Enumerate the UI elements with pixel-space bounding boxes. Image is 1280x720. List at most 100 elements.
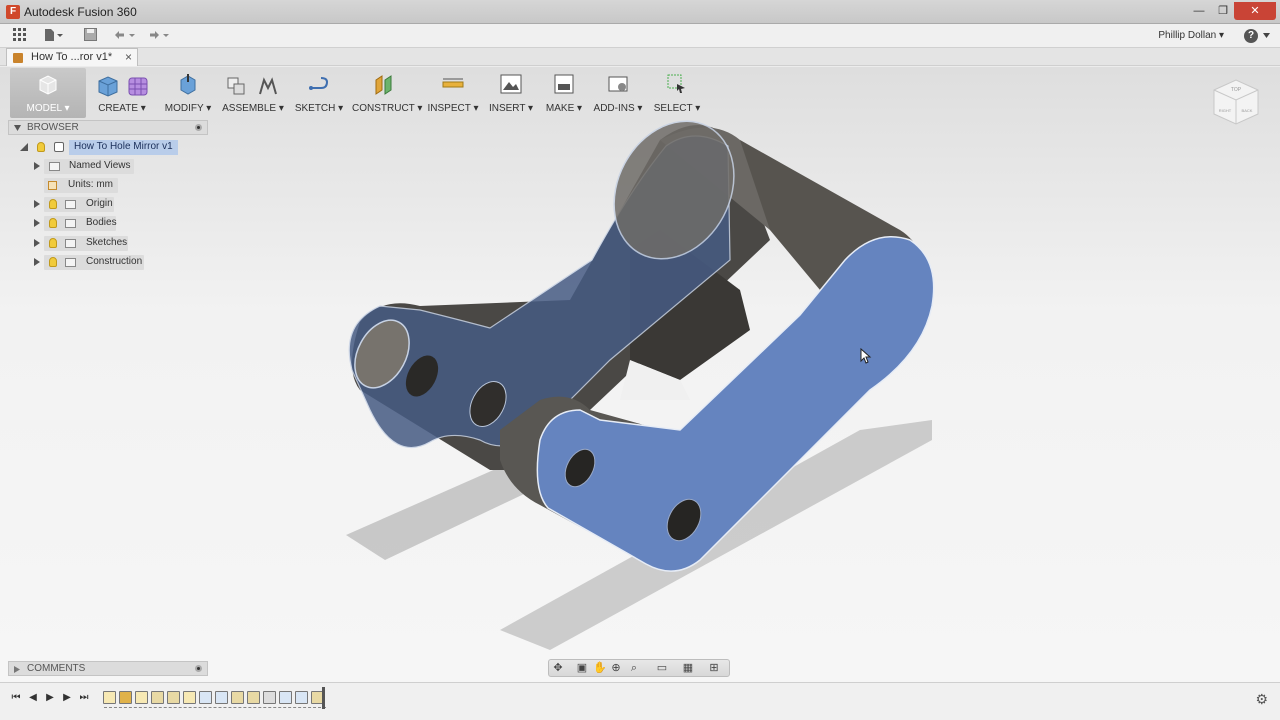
- create-label: CREATE ▾: [98, 103, 146, 114]
- maximize-button[interactable]: ❐: [1210, 2, 1236, 20]
- offset-plane-icon: [375, 75, 392, 95]
- tree-item-label: Construction: [86, 256, 143, 267]
- viewports-icon[interactable]: ⊞: [707, 662, 721, 674]
- timeline-feature-hole[interactable]: [215, 691, 228, 704]
- help-dropdown-icon[interactable]: [1263, 33, 1270, 38]
- timeline-feature-thread[interactable]: [263, 691, 276, 704]
- save-icon[interactable]: [82, 28, 98, 44]
- pin-icon[interactable]: [195, 124, 202, 131]
- undo-icon[interactable]: [112, 28, 138, 44]
- visibility-bulb-icon[interactable]: [49, 238, 57, 248]
- close-tab-button[interactable]: ×: [125, 50, 132, 64]
- look-at-icon[interactable]: ▣: [575, 662, 589, 674]
- quick-access-bar: Phillip Dollan ▾ ?: [0, 24, 1280, 48]
- create-menu[interactable]: CREATE ▾: [92, 68, 152, 118]
- data-panel-grid-icon[interactable]: [12, 28, 28, 44]
- modify-menu[interactable]: MODIFY ▾: [162, 68, 214, 118]
- minimize-button[interactable]: —: [1186, 2, 1212, 20]
- timeline-feature-fillet[interactable]: [231, 691, 244, 704]
- timeline-feature-fillet[interactable]: [247, 691, 260, 704]
- joint-icon: [259, 77, 277, 95]
- timeline-feature-hole[interactable]: [295, 691, 308, 704]
- timeline-feature-extrude[interactable]: [151, 691, 164, 704]
- visibility-bulb-icon[interactable]: [49, 257, 57, 267]
- visibility-bulb-icon[interactable]: [49, 199, 57, 209]
- expand-arrow-icon[interactable]: [34, 258, 40, 266]
- viewcube-top-label: TOP: [1231, 87, 1242, 93]
- tree-item-origin[interactable]: Origin: [32, 197, 142, 212]
- timeline-feature-sketch[interactable]: [103, 691, 116, 704]
- visibility-bulb-icon[interactable]: [37, 142, 45, 152]
- box-icon: [98, 76, 118, 97]
- window-title: Autodesk Fusion 360: [24, 5, 137, 19]
- folder-icon: [65, 239, 76, 248]
- tree-item-units[interactable]: Units: mm: [44, 178, 120, 193]
- redo-icon[interactable]: [146, 28, 172, 44]
- navigation-bar: ✥ ▣ ✋ ⊕ ⌕ ▭ ▦ ⊞: [548, 659, 730, 677]
- mouse-cursor-icon: [860, 348, 872, 364]
- modify-label: MODIFY ▾: [164, 103, 212, 114]
- timeline-marker[interactable]: [322, 687, 325, 709]
- orbit-icon[interactable]: ✥: [551, 662, 565, 674]
- timeline-feature-extrude[interactable]: [119, 691, 132, 704]
- expand-arrow-icon[interactable]: [34, 162, 40, 170]
- document-icon: [54, 142, 64, 152]
- timeline-feature-hole[interactable]: [199, 691, 212, 704]
- document-tab[interactable]: How To ...ror v1* ×: [6, 48, 138, 66]
- go-to-start-icon[interactable]: ⏮: [10, 692, 22, 704]
- timeline-feature-sketch[interactable]: [183, 691, 196, 704]
- browser-title: BROWSER: [27, 122, 79, 133]
- collapse-arrow-icon[interactable]: [14, 125, 21, 131]
- step-back-icon[interactable]: ◀: [27, 692, 39, 704]
- gear-icon[interactable]: ⚙: [1255, 691, 1268, 708]
- help-icon[interactable]: ?: [1244, 29, 1258, 43]
- fit-icon[interactable]: ⌕: [627, 662, 641, 674]
- tree-item-bodies[interactable]: Bodies: [32, 216, 142, 231]
- play-icon[interactable]: ▶: [44, 692, 56, 704]
- timeline-feature-sketch[interactable]: [135, 691, 148, 704]
- go-to-end-icon[interactable]: ⏭: [78, 692, 90, 704]
- insert-image-icon: [500, 74, 522, 94]
- file-menu-icon[interactable]: [44, 28, 63, 44]
- tree-item-named-views[interactable]: Named Views: [32, 159, 142, 174]
- tree-root-node[interactable]: How To Hole Mirror v1: [20, 140, 180, 155]
- assemble-label: ASSEMBLE ▾: [222, 103, 284, 114]
- display-settings-icon[interactable]: ▭: [655, 662, 669, 674]
- timeline-bar: ⏮ ◀ ▶ ▶ ⏭ ⚙: [0, 682, 1280, 720]
- pin-icon[interactable]: [195, 665, 202, 672]
- viewcube[interactable]: TOP RIGHT BACK: [1206, 74, 1266, 130]
- document-tab-label: How To ...ror v1*: [31, 51, 113, 63]
- comments-panel-header[interactable]: COMMENTS: [8, 661, 208, 676]
- pan-icon[interactable]: ✋: [593, 662, 607, 674]
- folder-icon: [65, 200, 76, 209]
- expand-arrow-icon[interactable]: [14, 666, 20, 673]
- timeline-feature-hole[interactable]: [279, 691, 292, 704]
- expand-arrow-icon[interactable]: [34, 219, 40, 227]
- select-icon: [667, 74, 685, 93]
- tree-item-label: Bodies: [86, 217, 117, 228]
- timeline-feature-cut[interactable]: [167, 691, 180, 704]
- workspace-switcher[interactable]: MODEL ▾: [10, 68, 86, 118]
- visibility-bulb-icon[interactable]: [49, 218, 57, 228]
- model-bracket-3d[interactable]: [300, 110, 960, 670]
- browser-panel-header[interactable]: BROWSER: [8, 120, 208, 135]
- tree-item-label: Units: mm: [68, 179, 113, 190]
- close-window-button[interactable]: ✕: [1234, 2, 1276, 20]
- user-account-menu[interactable]: Phillip Dollan ▾: [1158, 30, 1224, 41]
- tree-item-sketches[interactable]: Sketches: [32, 236, 142, 251]
- tree-item-label: Sketches: [86, 237, 128, 248]
- expand-arrow-icon[interactable]: [34, 239, 40, 247]
- expanded-arrow-icon[interactable]: [20, 143, 28, 151]
- folder-icon: [65, 219, 76, 228]
- expand-arrow-icon[interactable]: [34, 200, 40, 208]
- tree-item-construction[interactable]: Construction: [32, 255, 146, 270]
- comments-title: COMMENTS: [27, 663, 86, 674]
- grid-settings-icon[interactable]: ▦: [681, 662, 695, 674]
- units-icon: [48, 181, 57, 190]
- workspace-label: MODEL ▾: [26, 103, 70, 114]
- sketch-icon: [309, 77, 329, 90]
- design-file-icon: [13, 53, 23, 63]
- assemble-menu[interactable]: ASSEMBLE ▾: [222, 68, 284, 118]
- step-forward-icon[interactable]: ▶: [61, 692, 73, 704]
- zoom-icon[interactable]: ⊕: [609, 662, 623, 674]
